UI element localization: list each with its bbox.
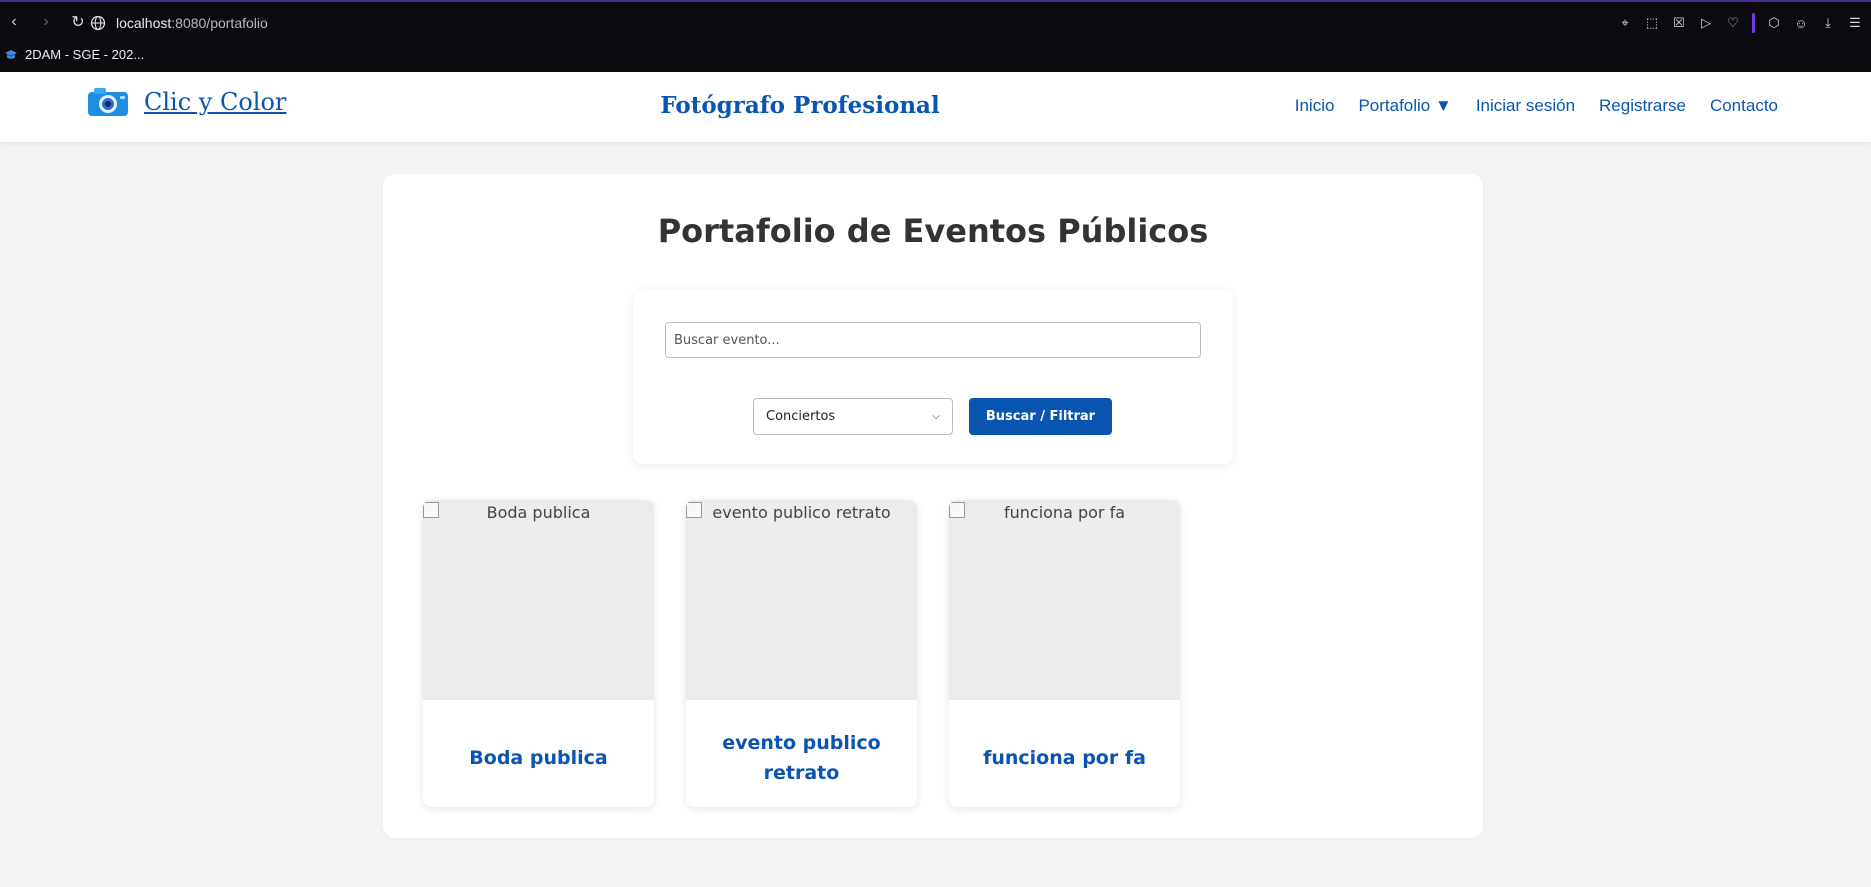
event-card-grid: Boda publica Boda publica evento publico… — [423, 500, 1180, 807]
image-alt-text: Boda publica — [486, 503, 591, 522]
menu-icon[interactable]: ☰ — [1847, 15, 1863, 31]
broken-image-icon — [686, 502, 702, 518]
chevron-down-icon: ⌵ — [932, 411, 940, 422]
shield-icon[interactable]: ☒ — [1671, 15, 1687, 31]
forward-icon[interactable]: › — [38, 13, 54, 30]
bookmark-item[interactable]: 2DAM - SGE - 202... — [4, 47, 144, 62]
filter-panel: Conciertos ⌵ Buscar / Filtrar — [633, 290, 1233, 464]
url-path: :8080/portafolio — [171, 15, 268, 31]
globe-icon — [90, 15, 106, 31]
extensions-icon[interactable]: ⬡ — [1766, 15, 1782, 31]
download-icon[interactable]: ⤓ — [1820, 15, 1836, 31]
bookmark-label: 2DAM - SGE - 202... — [25, 47, 145, 62]
browser-extension-icons: ⌖ ⬚ ☒ ▷ ♡ ⬡ ☺ ⤓ ☰ — [1617, 13, 1863, 33]
event-title[interactable]: evento publico retrato — [686, 700, 917, 807]
url-host: localhost — [116, 15, 172, 31]
toolbar-separator — [1752, 13, 1755, 33]
broken-image-icon — [423, 502, 439, 518]
url-text: localhost:8080/portafolio — [116, 15, 268, 31]
event-image: evento publico retrato — [686, 500, 917, 700]
nav-link-inicio[interactable]: Inicio — [1295, 96, 1335, 116]
nav-link-registrarse[interactable]: Registrarse — [1599, 96, 1686, 116]
search-input[interactable] — [665, 322, 1201, 358]
broken-image-icon — [949, 502, 965, 518]
event-card[interactable]: Boda publica Boda publica — [423, 500, 654, 807]
browser-nav-buttons: ‹ › ↻ — [6, 13, 86, 31]
event-card[interactable]: evento publico retrato evento publico re… — [686, 500, 917, 807]
image-alt-text: evento publico retrato — [712, 503, 891, 522]
reload-icon[interactable]: ↻ — [70, 14, 86, 31]
back-icon[interactable]: ‹ — [6, 13, 22, 30]
nav-link-contacto[interactable]: Contacto — [1710, 96, 1778, 116]
heart-icon[interactable]: ♡ — [1725, 15, 1741, 31]
event-card[interactable]: funciona por fa funciona por fa — [949, 500, 1180, 807]
event-title[interactable]: funciona por fa — [949, 700, 1180, 807]
event-title[interactable]: Boda publica — [423, 700, 654, 807]
event-image: Boda publica — [423, 500, 654, 700]
graduation-cap-icon — [5, 49, 17, 59]
image-alt-text: funciona por fa — [1003, 503, 1126, 522]
category-selected-value: Conciertos — [766, 409, 836, 424]
play-icon[interactable]: ▷ — [1698, 15, 1714, 31]
portfolio-container: Portafolio de Eventos Públicos Concierto… — [383, 174, 1483, 838]
pin-icon[interactable]: ⌖ — [1617, 15, 1633, 31]
site-header: Clic y Color Fotógrafo Profesional Inici… — [0, 72, 1871, 142]
category-select[interactable]: Conciertos ⌵ — [753, 398, 953, 435]
page-title: Portafolio de Eventos Públicos — [657, 212, 1209, 250]
event-image: funciona por fa — [949, 500, 1180, 700]
nav-link-iniciar-sesion[interactable]: Iniciar sesión — [1476, 96, 1575, 116]
main-nav: Inicio Portafolio ▼ Iniciar sesión Regis… — [1295, 96, 1778, 116]
search-filter-button[interactable]: Buscar / Filtrar — [969, 398, 1112, 435]
screenshot-icon[interactable]: ⬚ — [1644, 15, 1660, 31]
address-bar[interactable]: localhost:8080/portafolio — [90, 12, 268, 34]
browser-toolbar: ‹ › ↻ localhost:8080/portafolio ⌖ ⬚ ☒ ▷ … — [0, 0, 1871, 72]
account-icon[interactable]: ☺ — [1793, 15, 1809, 31]
nav-link-portafolio[interactable]: Portafolio ▼ — [1358, 96, 1451, 116]
